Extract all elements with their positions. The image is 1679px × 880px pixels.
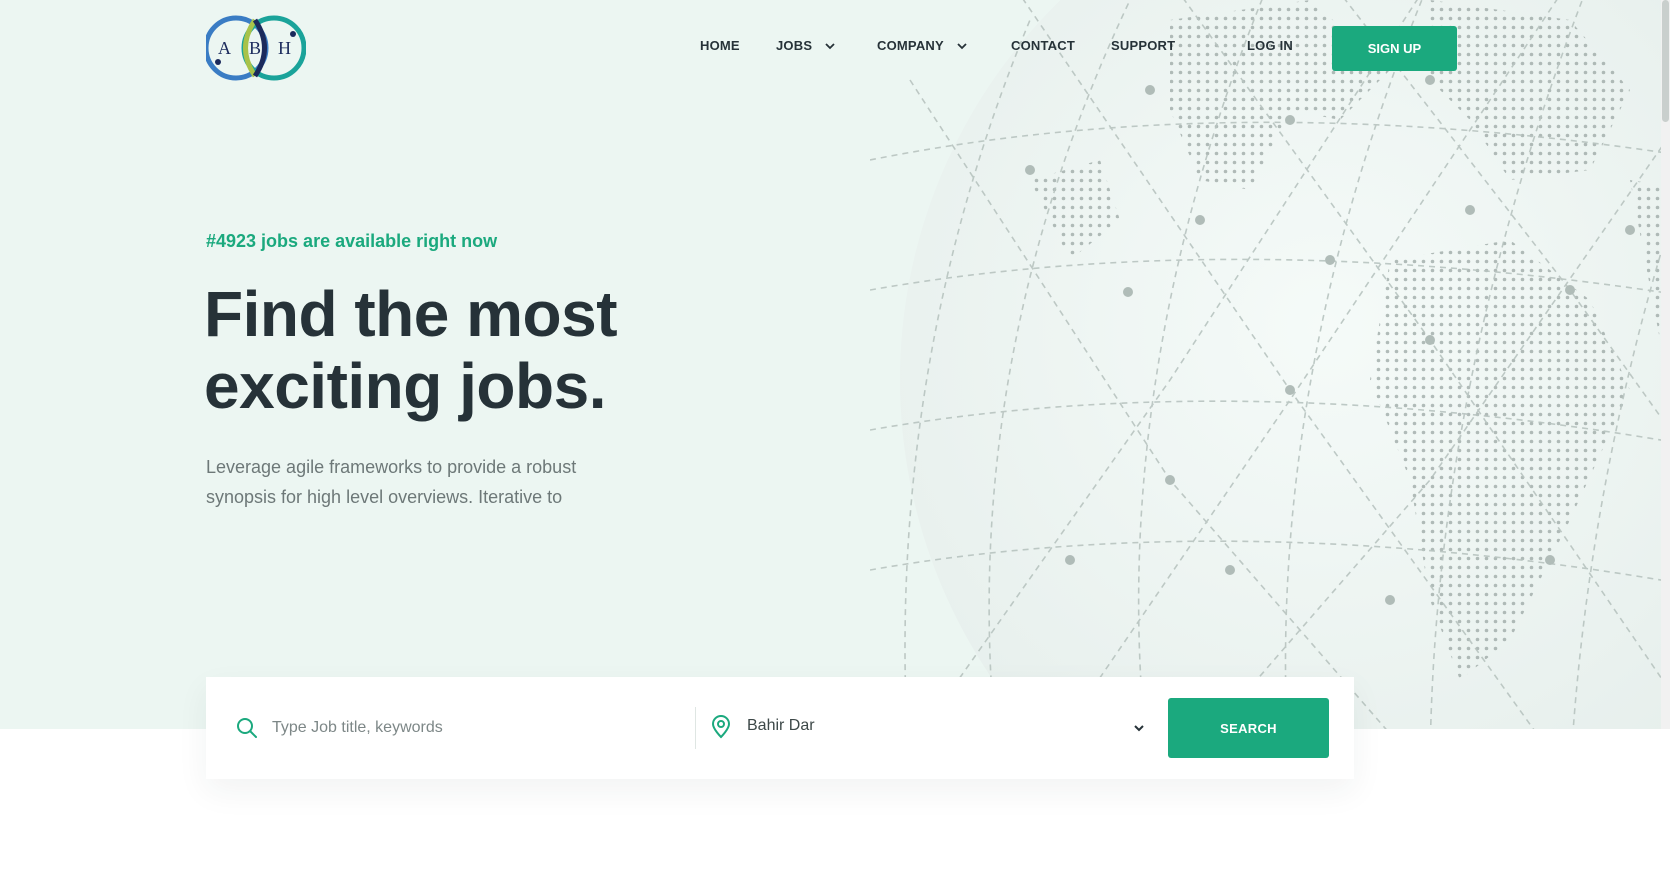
- nav-contact[interactable]: CONTACT: [1011, 38, 1075, 53]
- nav-login[interactable]: LOG IN: [1247, 38, 1293, 53]
- headline-line-1: Find the most: [204, 278, 618, 350]
- job-search-bar: Bahir Dar SEARCH: [206, 677, 1354, 779]
- globe-illustration: [870, 0, 1670, 729]
- nav-home[interactable]: HOME: [700, 38, 740, 53]
- nav-support[interactable]: SUPPORT: [1111, 38, 1175, 53]
- logo-letter-b: B: [249, 38, 261, 58]
- nav-jobs[interactable]: JOBS: [776, 38, 836, 53]
- brand-logo[interactable]: A B H: [206, 12, 306, 84]
- search-divider: [695, 707, 696, 749]
- logo-letter-h: H: [278, 38, 291, 58]
- chevron-down-icon: [957, 42, 967, 49]
- nav-jobs-label: JOBS: [776, 38, 813, 53]
- nav-contact-label: CONTACT: [1011, 38, 1075, 53]
- signup-button[interactable]: SIGN UP: [1332, 26, 1457, 71]
- nav-home-label: HOME: [700, 38, 740, 53]
- search-icon: [237, 718, 257, 738]
- keyword-search-input[interactable]: [272, 713, 672, 743]
- chevron-down-icon: [825, 42, 835, 49]
- search-button[interactable]: SEARCH: [1168, 698, 1329, 758]
- logo-letter-a: A: [218, 38, 231, 58]
- nav-company-label: COMPANY: [877, 38, 944, 53]
- location-select[interactable]: Bahir Dar: [747, 717, 815, 735]
- nav-support-label: SUPPORT: [1111, 38, 1176, 53]
- nav-company[interactable]: COMPANY: [877, 38, 968, 53]
- hero-description: Leverage agile frameworks to provide a r…: [206, 457, 577, 507]
- signup-label: SIGN UP: [1367, 41, 1422, 56]
- search-button-label: SEARCH: [1220, 720, 1277, 736]
- page-title: Find the most exciting jobs.: [204, 278, 724, 422]
- chevron-down-icon[interactable]: [1132, 721, 1146, 735]
- map-pin-icon: [711, 715, 731, 739]
- scrollbar[interactable]: [1661, 0, 1670, 729]
- nav-login-label: LOG IN: [1247, 38, 1293, 53]
- jobs-available-text: #4923 jobs are available right now: [206, 231, 498, 251]
- scrollbar-thumb[interactable]: [1662, 0, 1669, 122]
- headline-line-2: exciting jobs.: [204, 350, 606, 422]
